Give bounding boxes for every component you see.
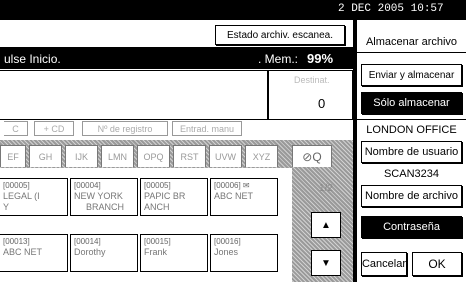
- destination-key[interactable]: [00016] Jones: [210, 234, 278, 272]
- destination-code: [00005]: [3, 181, 30, 190]
- destination-name-cont: Y: [3, 202, 10, 212]
- destination-display: [0, 70, 268, 120]
- destination-name: ABC NET: [3, 247, 43, 257]
- destination-key[interactable]: [00005] PAPIC BR ANCH: [140, 178, 208, 216]
- destination-name-cont: ANCH: [144, 202, 170, 212]
- manual-entry-button[interactable]: Entrad. manu: [172, 121, 242, 136]
- tab-rst[interactable]: RST: [173, 145, 206, 167]
- destination-key[interactable]: [00004] NEW YORK BRANCH: [70, 178, 138, 216]
- tab-lmn[interactable]: LMN: [101, 145, 134, 167]
- destination-count: 0: [318, 96, 326, 111]
- search-destination-button[interactable]: ⊘Q: [292, 145, 332, 167]
- destination-code: [00005]: [144, 181, 171, 190]
- destination-name: ABC NET: [214, 191, 254, 201]
- destination-code: [00013]: [3, 237, 30, 246]
- search-cd-button[interactable]: + CD: [34, 121, 74, 136]
- memory-label: . Mem.:: [258, 52, 299, 66]
- destination-name: Dorothy: [74, 247, 106, 257]
- destination-code: [00016]: [214, 237, 241, 246]
- destination-name: Jones: [214, 247, 239, 257]
- destination-code: [00015]: [144, 237, 171, 246]
- destination-name-cont: BRANCH: [86, 202, 125, 212]
- destination-key[interactable]: [00013] ABC NET: [0, 234, 68, 272]
- arrow-down-icon: ▼: [321, 257, 331, 269]
- destination-key[interactable]: [00015] Frank: [140, 234, 208, 272]
- destination-code: [00014]: [74, 237, 101, 246]
- registration-number-button[interactable]: Nº de registro: [82, 121, 168, 136]
- destination-code: [00004]: [74, 181, 101, 190]
- destination-name: Frank: [144, 247, 168, 257]
- password-button[interactable]: Contraseña: [361, 216, 462, 238]
- destination-code: [00006] ✉: [214, 181, 250, 190]
- store-only-button[interactable]: Sólo almacenar: [361, 92, 462, 114]
- user-name-button[interactable]: Nombre de usuario: [361, 141, 462, 163]
- cancel-button[interactable]: Cancelar: [361, 252, 407, 276]
- destination-name: LEGAL (I: [3, 191, 40, 201]
- memory-value: 99%: [307, 51, 334, 66]
- search-icon: ⊘Q: [302, 149, 322, 164]
- destination-name: PAPIC BR: [144, 191, 186, 201]
- search-prefix[interactable]: C: [4, 121, 28, 136]
- destination-key[interactable]: [00006] ✉ ABC NET: [210, 178, 278, 216]
- page-indicator: 1/2: [319, 183, 333, 194]
- tab-xyz[interactable]: XYZ: [245, 145, 278, 167]
- file-name-value: SCAN3234: [383, 168, 440, 180]
- send-and-store-button[interactable]: Enviar y almacenar: [361, 64, 462, 86]
- date-time: 2 DEC 2005 10:57: [338, 3, 444, 15]
- destination-key[interactable]: [00014] Dorothy: [70, 234, 138, 272]
- tab-gh[interactable]: GH: [29, 145, 62, 167]
- file-name-button[interactable]: Nombre de archivo: [361, 185, 462, 207]
- destination-name: NEW YORK: [74, 191, 123, 201]
- tab-uvw[interactable]: UVW: [209, 145, 242, 167]
- destination-key[interactable]: [00005] LEGAL (I Y: [0, 178, 68, 216]
- instruction-text: ulse Inicio.: [4, 52, 61, 66]
- divider: [357, 52, 466, 53]
- arrow-up-icon: ▲: [321, 219, 331, 231]
- tab-opq[interactable]: OPQ: [137, 145, 170, 167]
- scroll-down-button[interactable]: ▼: [311, 250, 341, 276]
- user-name-value: LONDON OFFICE: [366, 124, 457, 136]
- scan-status-button[interactable]: Estado archiv. escanea.: [215, 25, 345, 45]
- ok-button[interactable]: OK: [412, 252, 462, 276]
- panel-title: Almacenar archivo: [365, 36, 458, 48]
- destination-label: Destinat.: [294, 75, 330, 85]
- tab-ijk[interactable]: IJK: [65, 145, 98, 167]
- scroll-up-button[interactable]: ▲: [311, 212, 341, 238]
- divider: [357, 119, 466, 120]
- tab-ef[interactable]: EF: [0, 145, 26, 167]
